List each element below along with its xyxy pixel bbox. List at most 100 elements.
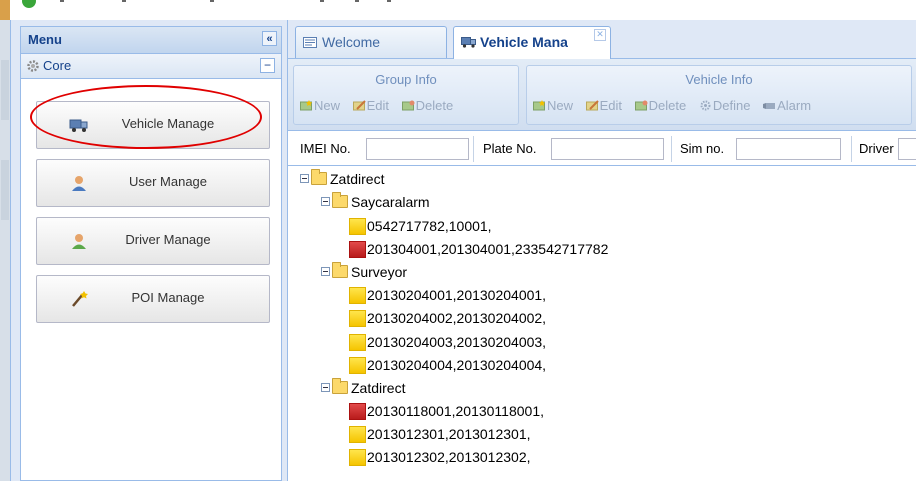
app-logo-icon — [22, 0, 36, 8]
tree-node-label: Saycaralarm — [351, 194, 430, 210]
left-edge-deco-1 — [1, 60, 9, 120]
delete-icon — [634, 99, 648, 111]
tree-vehicle-label: 0542717782,10001, — [367, 218, 492, 234]
status-alarm-icon — [349, 403, 366, 420]
collapse-toggle-icon[interactable] — [300, 174, 309, 183]
status-alarm-icon — [349, 241, 366, 258]
vehicle-alarm-button[interactable]: Alarm — [763, 98, 811, 113]
folder-icon — [332, 262, 348, 278]
vehicle-manage-button[interactable]: Vehicle Manage — [36, 101, 270, 149]
left-edge-deco-2 — [1, 160, 9, 220]
vehicle-info-panel: Vehicle Info New Edit Delete Define Alar… — [526, 65, 912, 125]
tree-vehicle-label: 2013012301,2013012301, — [367, 426, 531, 442]
tab-welcome-label: Welcome — [322, 34, 381, 50]
sim-label: Sim no. — [680, 141, 725, 156]
folder-icon — [332, 378, 348, 394]
group-new-button[interactable]: New — [300, 98, 340, 113]
tree-vehicle-label: 20130118001,20130118001, — [367, 403, 544, 419]
vehicle-info-title: Vehicle Info — [685, 72, 753, 87]
delete-icon — [401, 99, 415, 111]
imei-label: IMEI No. — [300, 141, 351, 156]
new-icon — [533, 99, 546, 111]
tree-node-label: Zatdirect — [351, 380, 406, 396]
collapse-toggle-icon[interactable] — [321, 197, 330, 206]
driver-manage-label: Driver Manage — [125, 232, 211, 247]
top-dash-2 — [122, 0, 126, 2]
vehicle-alarm-label: Alarm — [777, 98, 812, 113]
tree-vehicle-label: 20130204002,20130204002, — [367, 310, 547, 326]
tab-strip: Welcome Vehicle Mana ✕ — [288, 20, 916, 59]
top-dash-4 — [320, 0, 324, 2]
group-delete-button[interactable]: Delete — [401, 98, 454, 113]
imei-input[interactable] — [366, 138, 469, 160]
toolbar: Group Info New Edit Delete Vehicle Info … — [288, 59, 916, 131]
group-info-title: Group Info — [375, 72, 437, 87]
plate-input[interactable] — [551, 138, 664, 160]
status-offline-icon — [349, 218, 366, 235]
gear-icon — [699, 99, 712, 111]
app-top-strip — [0, 0, 916, 20]
menu-title: Menu — [28, 32, 62, 47]
core-section-label: Core — [43, 58, 72, 73]
alarm-icon — [763, 99, 776, 110]
core-collapse-button[interactable]: − — [260, 58, 275, 73]
tab-vehicle-manage[interactable]: Vehicle Mana ✕ — [453, 26, 611, 59]
tree-vehicle-label: 20130204001,20130204001, — [367, 287, 547, 303]
group-info-panel: Group Info New Edit Delete — [293, 65, 519, 125]
tree-vehicle-label: 2013012302,2013012302, — [367, 449, 531, 465]
vehicle-new-button[interactable]: New — [533, 98, 573, 113]
separator — [851, 136, 852, 162]
menu-header: Menu « — [21, 27, 281, 54]
group-edit-button[interactable]: Edit — [352, 98, 390, 113]
vehicle-tree: Zatdirect Saycaralarm 0542717782,10001, … — [288, 166, 916, 481]
plate-label: Plate No. — [483, 141, 537, 156]
driver-label: Driver — [859, 141, 894, 156]
vehicle-edit-button[interactable]: Edit — [585, 98, 622, 113]
menu-body: Vehicle Manage User Manage Driver Manage… — [21, 79, 281, 480]
collapse-toggle-icon[interactable] — [321, 383, 330, 392]
status-offline-icon — [349, 287, 366, 304]
truck-icon — [461, 36, 476, 48]
edit-icon — [585, 99, 599, 111]
collapse-toggle-icon[interactable] — [321, 267, 330, 276]
gear-icon — [26, 59, 40, 73]
user-manage-label: User Manage — [128, 174, 208, 189]
sim-input[interactable] — [736, 138, 841, 160]
driver-manage-button[interactable]: Driver Manage — [36, 217, 270, 265]
tab-vehicle-manage-label: Vehicle Mana — [480, 34, 568, 50]
top-left-decoration — [0, 0, 10, 20]
status-offline-icon — [349, 310, 366, 327]
document-icon — [303, 36, 317, 48]
folder-icon — [332, 192, 348, 208]
vehicle-delete-button[interactable]: Delete — [634, 98, 687, 113]
separator — [473, 136, 474, 162]
close-icon[interactable]: ✕ — [594, 29, 606, 41]
new-icon — [300, 99, 313, 111]
main-panel: Welcome Vehicle Mana ✕ Group Info New Ed… — [287, 20, 916, 481]
user-manage-button[interactable]: User Manage — [36, 159, 270, 207]
group-edit-label: Edit — [366, 98, 390, 113]
status-offline-icon — [349, 449, 366, 466]
vehicle-define-button[interactable]: Define — [699, 98, 751, 113]
poi-manage-label: POI Manage — [131, 290, 205, 305]
tab-welcome[interactable]: Welcome — [295, 26, 447, 58]
poi-manage-button[interactable]: POI Manage — [36, 275, 270, 323]
folder-icon — [311, 169, 327, 185]
tree-node-label: Zatdirect — [330, 171, 385, 187]
group-new-label: New — [314, 98, 341, 113]
tree-vehicle-label: 201304001,201304001,233542717782 — [367, 241, 609, 257]
top-dash-3 — [210, 0, 214, 2]
group-delete-label: Delete — [415, 98, 454, 113]
vehicle-delete-label: Delete — [648, 98, 687, 113]
menu-collapse-button[interactable]: « — [262, 31, 277, 46]
core-section-header[interactable]: Core − — [21, 54, 281, 79]
status-offline-icon — [349, 334, 366, 351]
vehicle-new-label: New — [547, 98, 574, 113]
top-dash-5 — [355, 0, 359, 2]
menu-panel: Menu « Core − Vehicle Manage User Manage… — [20, 26, 282, 481]
vehicle-manage-label: Vehicle Manage — [121, 116, 215, 131]
driver-input[interactable] — [898, 138, 916, 160]
search-bar: IMEI No. Plate No. Sim no. Driver — [288, 131, 916, 166]
vehicle-define-label: Define — [712, 98, 751, 113]
tree-node-label: Surveyor — [351, 264, 408, 280]
